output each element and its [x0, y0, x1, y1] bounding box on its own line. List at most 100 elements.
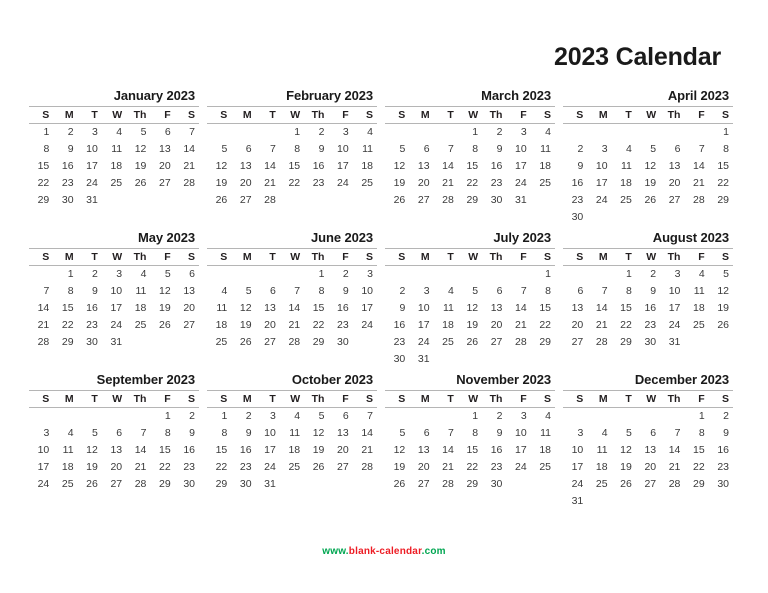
day-cell[interactable]: 13	[563, 300, 587, 317]
day-cell[interactable]: 29	[207, 476, 231, 493]
day-cell[interactable]: 5	[385, 141, 409, 158]
day-cell[interactable]: 19	[304, 442, 328, 459]
day-cell[interactable]: 31	[256, 476, 280, 493]
day-cell[interactable]: 30	[53, 192, 77, 209]
day-cell[interactable]: 2	[175, 408, 199, 425]
day-cell[interactable]: 3	[506, 124, 530, 141]
day-cell[interactable]: 30	[78, 334, 102, 351]
day-cell[interactable]: 18	[612, 175, 636, 192]
day-cell[interactable]: 3	[353, 266, 377, 283]
day-cell[interactable]: 1	[53, 266, 77, 283]
day-cell[interactable]: 28	[280, 334, 304, 351]
day-cell[interactable]: 29	[458, 476, 482, 493]
day-cell[interactable]: 13	[409, 442, 433, 459]
day-cell[interactable]: 18	[353, 158, 377, 175]
day-cell[interactable]: 6	[660, 141, 684, 158]
day-cell[interactable]: 5	[304, 408, 328, 425]
day-cell[interactable]: 13	[231, 158, 255, 175]
day-cell[interactable]: 28	[660, 476, 684, 493]
day-cell[interactable]: 24	[78, 175, 102, 192]
day-cell[interactable]: 11	[102, 141, 126, 158]
day-cell[interactable]: 6	[482, 283, 506, 300]
day-cell[interactable]: 18	[434, 317, 458, 334]
day-cell[interactable]: 25	[53, 476, 77, 493]
day-cell[interactable]: 14	[587, 300, 611, 317]
day-cell[interactable]: 15	[304, 300, 328, 317]
day-cell[interactable]: 2	[53, 124, 77, 141]
day-cell[interactable]: 26	[207, 192, 231, 209]
day-cell[interactable]: 24	[506, 459, 530, 476]
day-cell[interactable]: 7	[587, 283, 611, 300]
day-cell[interactable]: 28	[506, 334, 530, 351]
day-cell[interactable]: 9	[709, 425, 733, 442]
day-cell[interactable]: 5	[709, 266, 733, 283]
day-cell[interactable]: 12	[207, 158, 231, 175]
day-cell[interactable]: 26	[126, 175, 150, 192]
day-cell[interactable]: 18	[587, 459, 611, 476]
day-cell[interactable]: 8	[458, 425, 482, 442]
day-cell[interactable]: 30	[482, 476, 506, 493]
day-cell[interactable]: 18	[207, 317, 231, 334]
day-cell[interactable]: 12	[612, 442, 636, 459]
day-cell[interactable]: 11	[207, 300, 231, 317]
day-cell[interactable]: 29	[612, 334, 636, 351]
day-cell[interactable]: 2	[304, 124, 328, 141]
day-cell[interactable]: 9	[78, 283, 102, 300]
day-cell[interactable]: 5	[458, 283, 482, 300]
day-cell[interactable]: 24	[256, 459, 280, 476]
day-cell[interactable]: 19	[612, 459, 636, 476]
day-cell[interactable]: 21	[506, 317, 530, 334]
day-cell[interactable]: 7	[660, 425, 684, 442]
day-cell[interactable]: 20	[328, 442, 352, 459]
day-cell[interactable]: 28	[684, 192, 708, 209]
day-cell[interactable]: 23	[482, 175, 506, 192]
day-cell[interactable]: 7	[29, 283, 53, 300]
day-cell[interactable]: 23	[563, 192, 587, 209]
day-cell[interactable]: 3	[102, 266, 126, 283]
day-cell[interactable]: 17	[328, 158, 352, 175]
day-cell[interactable]: 11	[280, 425, 304, 442]
day-cell[interactable]: 20	[409, 175, 433, 192]
day-cell[interactable]: 24	[102, 317, 126, 334]
day-cell[interactable]: 25	[126, 317, 150, 334]
day-cell[interactable]: 22	[150, 459, 174, 476]
day-cell[interactable]: 10	[78, 141, 102, 158]
day-cell[interactable]: 4	[612, 141, 636, 158]
day-cell[interactable]: 31	[563, 493, 587, 510]
day-cell[interactable]: 2	[482, 408, 506, 425]
day-cell[interactable]: 27	[563, 334, 587, 351]
day-cell[interactable]: 28	[29, 334, 53, 351]
day-cell[interactable]: 31	[506, 192, 530, 209]
day-cell[interactable]: 21	[587, 317, 611, 334]
day-cell[interactable]: 19	[385, 459, 409, 476]
day-cell[interactable]: 16	[304, 158, 328, 175]
day-cell[interactable]: 11	[531, 425, 555, 442]
day-cell[interactable]: 20	[409, 459, 433, 476]
day-cell[interactable]: 1	[458, 408, 482, 425]
day-cell[interactable]: 16	[78, 300, 102, 317]
day-cell[interactable]: 22	[29, 175, 53, 192]
day-cell[interactable]: 18	[531, 158, 555, 175]
day-cell[interactable]: 23	[175, 459, 199, 476]
day-cell[interactable]: 3	[29, 425, 53, 442]
day-cell[interactable]: 10	[29, 442, 53, 459]
day-cell[interactable]: 13	[328, 425, 352, 442]
day-cell[interactable]: 15	[612, 300, 636, 317]
day-cell[interactable]: 11	[684, 283, 708, 300]
day-cell[interactable]: 16	[53, 158, 77, 175]
day-cell[interactable]: 25	[353, 175, 377, 192]
day-cell[interactable]: 15	[709, 158, 733, 175]
day-cell[interactable]: 11	[353, 141, 377, 158]
day-cell[interactable]: 27	[409, 192, 433, 209]
day-cell[interactable]: 9	[636, 283, 660, 300]
day-cell[interactable]: 26	[78, 476, 102, 493]
day-cell[interactable]: 20	[102, 459, 126, 476]
day-cell[interactable]: 15	[458, 442, 482, 459]
day-cell[interactable]: 25	[207, 334, 231, 351]
day-cell[interactable]: 2	[636, 266, 660, 283]
day-cell[interactable]: 4	[531, 408, 555, 425]
day-cell[interactable]: 8	[304, 283, 328, 300]
day-cell[interactable]: 25	[587, 476, 611, 493]
day-cell[interactable]: 5	[385, 425, 409, 442]
day-cell[interactable]: 26	[385, 192, 409, 209]
